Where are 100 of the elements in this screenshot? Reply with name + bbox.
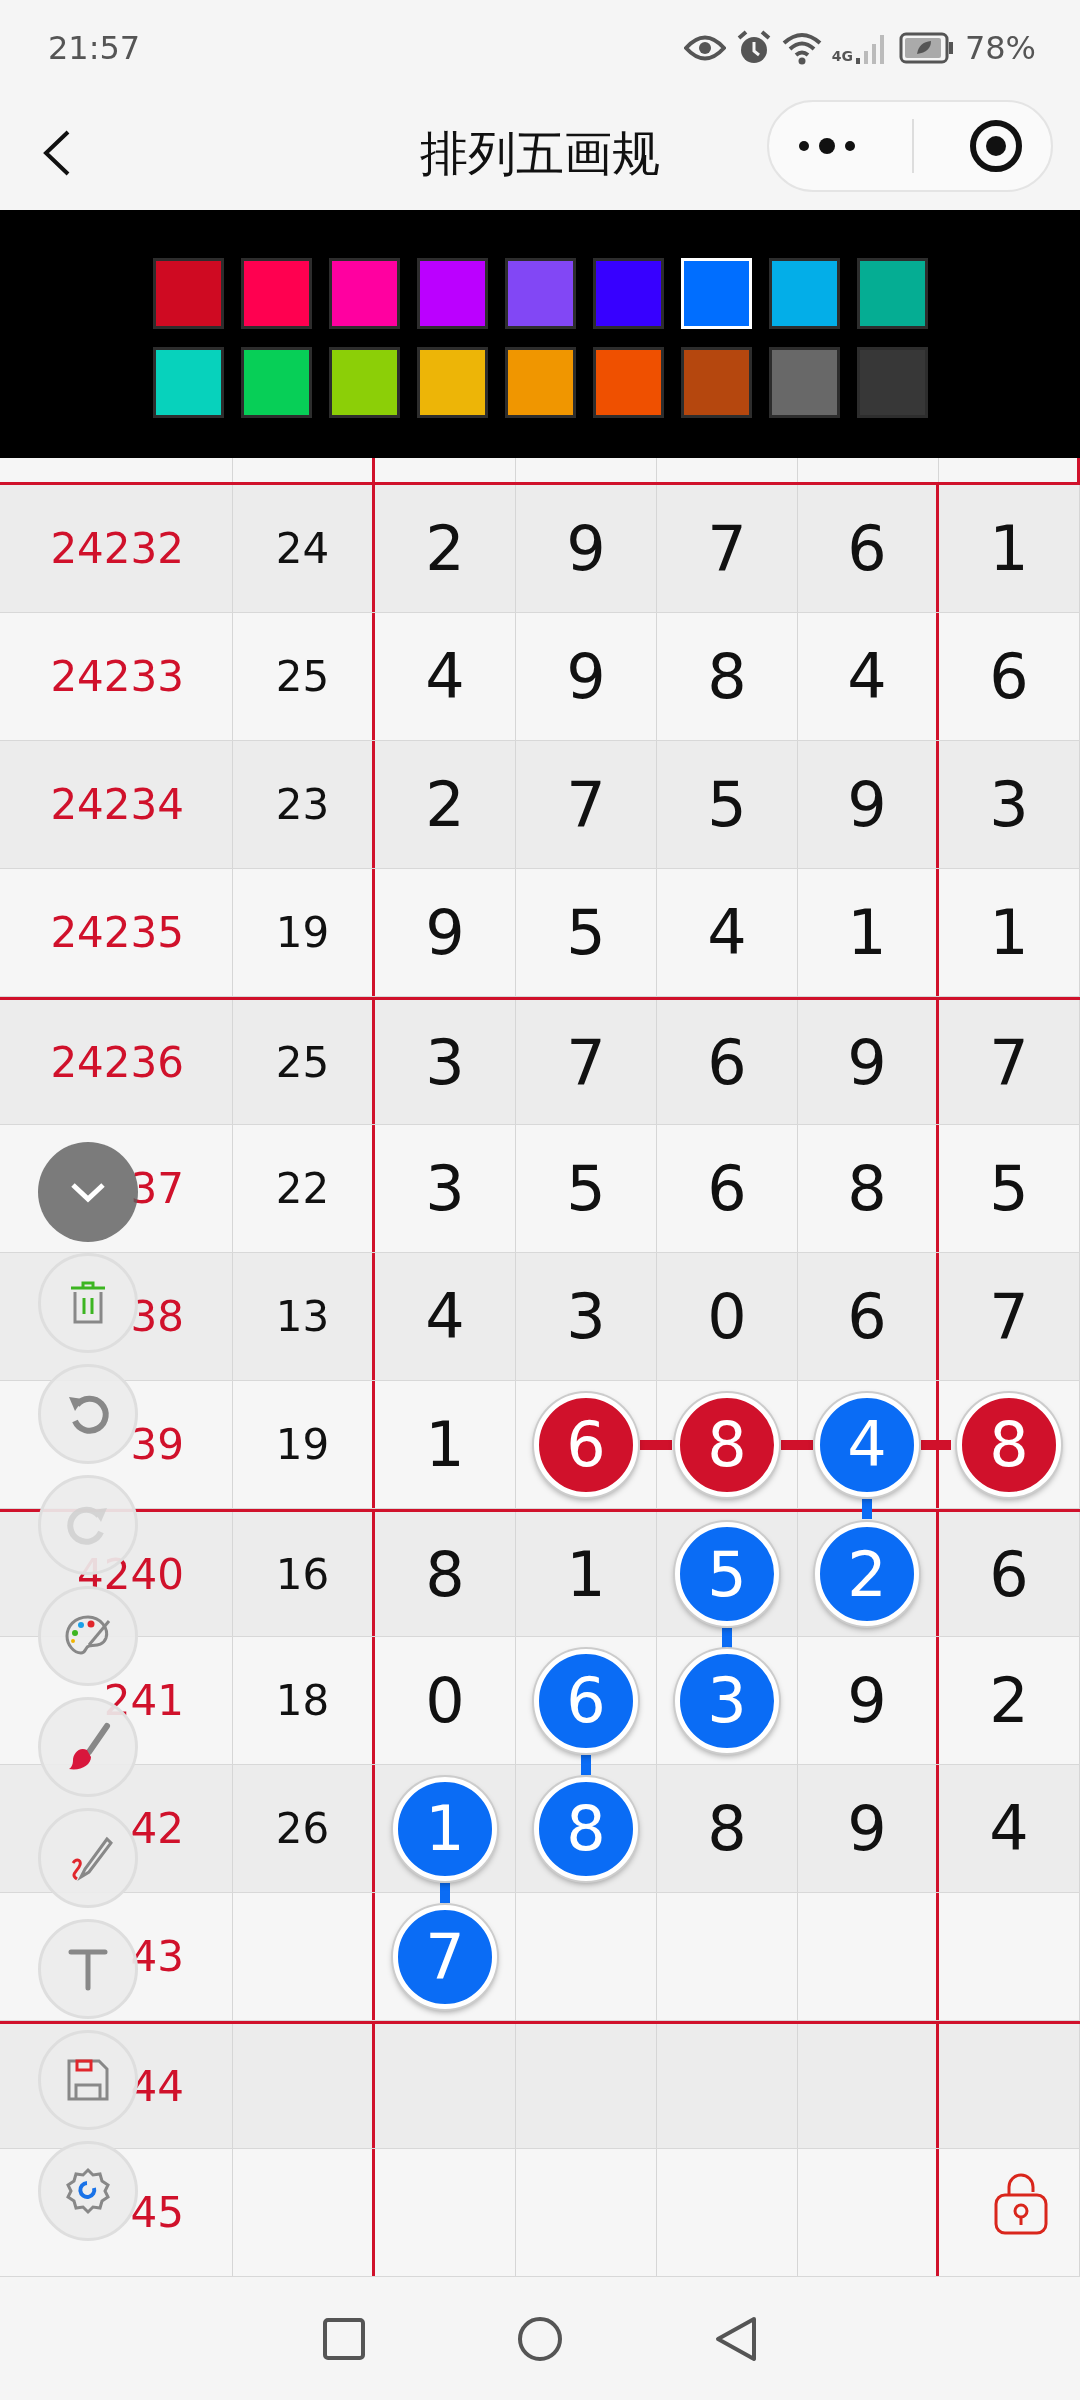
issue-number: 241 [103,1675,184,1727]
color-swatch[interactable] [504,347,576,418]
sum-value: 23 [275,779,330,831]
digit-value: 8 [425,1536,465,1613]
issue-number: 37 [130,1163,184,1215]
home-icon[interactable] [516,2314,564,2363]
issue-number: 24235 [50,907,184,959]
alarm-clock-icon [735,29,772,66]
issue-number: 4240 [77,1548,184,1601]
digit-value: 6 [847,1279,887,1355]
marked-digit[interactable]: 8 [675,1392,779,1497]
digit-value: 8 [847,1151,887,1227]
battery-percent: 78% [964,27,1036,69]
digit-value: 3 [425,1151,465,1227]
digit-value: 3 [566,1279,606,1355]
sum-value: 18 [275,1675,330,1727]
color-swatch[interactable] [152,347,224,418]
issue-number: 42 [130,1803,184,1855]
issue-number: 43 [130,1931,184,1983]
digit-value: 9 [847,1663,887,1739]
digit-value: 7 [989,1024,1029,1101]
digit-value: 7 [566,1024,606,1101]
color-swatch[interactable] [592,347,664,418]
marked-digit[interactable]: 8 [957,1392,1061,1497]
digit-value: 6 [707,1024,747,1101]
recent-apps-icon[interactable] [322,2316,366,2361]
color-swatch[interactable] [416,258,488,329]
digit-value: 1 [989,895,1029,971]
digit-value: 4 [425,1279,465,1355]
color-swatch[interactable] [768,258,840,329]
digit-value: 9 [566,639,606,715]
digit-value: 9 [847,1024,887,1101]
battery-icon [898,31,955,64]
digit-value: 0 [425,1663,465,1739]
digit-value: 6 [989,1536,1029,1613]
digit-value: 9 [425,895,465,971]
digit-value: 2 [425,767,465,843]
settings-icon [63,2166,113,2216]
digit-value: 8 [707,1791,747,1867]
sum-value: 26 [275,1803,330,1855]
page-title: 排列五画规 [420,123,660,183]
digit-value: 3 [989,767,1029,843]
marked-digit[interactable]: 1 [393,1776,497,1881]
digit-value: 4 [707,895,747,971]
digit-value: 6 [989,639,1029,715]
digit-value: 4 [425,639,465,715]
issue-number: 39 [130,1419,184,1471]
issue-number: 24234 [50,779,184,831]
marked-digit[interactable]: 8 [534,1776,638,1881]
sum-value: 13 [275,1291,330,1343]
color-swatch[interactable] [768,347,840,418]
color-swatch[interactable] [856,258,928,329]
digit-value: 1 [566,1536,606,1613]
sum-value: 25 [275,651,330,703]
digit-value: 1 [989,511,1029,587]
issue-number: 38 [130,1291,184,1343]
digit-value: 9 [847,767,887,843]
color-swatch[interactable] [680,347,752,418]
marked-digit[interactable]: 6 [534,1392,638,1497]
network-label: 4G [831,46,853,66]
digit-value: 2 [989,1663,1029,1739]
digit-value: 5 [707,767,747,843]
color-swatch[interactable] [240,258,312,329]
color-swatch[interactable] [416,347,488,418]
sum-value: 19 [275,1419,330,1471]
marked-digit[interactable]: 3 [675,1648,779,1753]
sum-value: 24 [275,523,330,575]
back-icon[interactable] [714,2314,758,2363]
sum-value: 19 [275,907,330,959]
marked-digit[interactable]: 4 [815,1392,919,1497]
digit-value: 2 [425,511,465,587]
sum-value: 16 [275,1548,330,1601]
color-swatch[interactable] [856,347,928,418]
color-swatch[interactable] [240,347,312,418]
marked-digit[interactable]: 2 [815,1522,919,1626]
color-swatch[interactable] [328,347,400,418]
color-swatch[interactable] [328,258,400,329]
sum-value: 25 [275,1036,330,1089]
digit-value: 4 [989,1791,1029,1867]
digit-value: 9 [847,1791,887,1867]
digit-value: 4 [847,639,887,715]
record-icon[interactable] [968,118,1024,174]
color-swatch[interactable] [504,258,576,329]
issue-number: 45 [130,2187,184,2239]
color-swatch[interactable] [592,258,664,329]
issue-number: 44 [130,2060,184,2113]
digit-value: 3 [425,1024,465,1101]
marked-digit[interactable]: 7 [393,1904,497,2009]
digit-value: 5 [566,895,606,971]
issue-number: 24236 [50,1036,184,1089]
clock-time: 21:57 [48,27,141,69]
marked-digit[interactable]: 5 [675,1522,779,1626]
digit-value: 7 [989,1279,1029,1355]
digit-value: 1 [425,1407,465,1483]
issue-number: 24232 [50,523,184,575]
digit-value: 5 [566,1151,606,1227]
digit-value: 8 [707,639,747,715]
marked-digit[interactable]: 6 [534,1648,638,1753]
more-icon[interactable] [796,136,858,156]
color-swatch[interactable] [152,258,224,329]
